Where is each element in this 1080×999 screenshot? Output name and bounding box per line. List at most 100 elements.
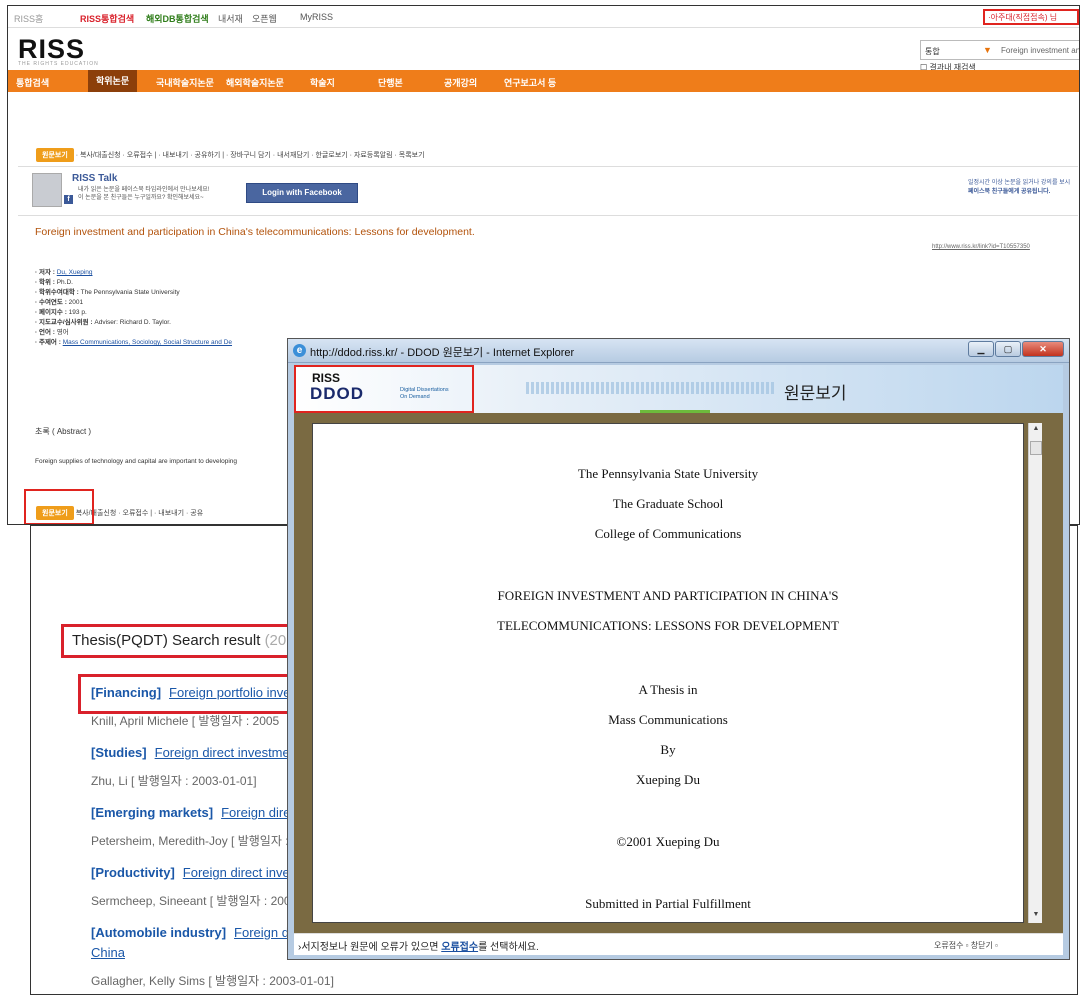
document-viewer: The Pennsylvania State University The Gr… — [294, 413, 1063, 933]
pqdt-title-text: Thesis(PQDT) Search result — [72, 632, 261, 649]
result-item: [Emerging markets] Foreign direct — [91, 804, 301, 822]
meta-value: 193 p. — [68, 309, 87, 316]
riss-talk-title: RISS Talk — [72, 173, 118, 184]
highlight-box — [24, 489, 94, 524]
nav-integrated-search[interactable]: 통합검색 — [16, 76, 49, 89]
open-web-link[interactable]: 오픈웹 — [252, 12, 277, 25]
decorative-pattern — [526, 382, 776, 394]
author-link[interactable]: Du, Xueping — [57, 269, 93, 276]
my-library-link[interactable]: 내서재 — [218, 12, 243, 25]
nav-journals[interactable]: 학술지 — [310, 76, 335, 89]
search-input[interactable]: Foreign investment and — [1001, 46, 1079, 55]
result-author: Gallagher, Kelly Sims [ 발행일자 : 2003-01-0… — [91, 974, 334, 988]
scroll-down-icon[interactable]: ▼ — [1031, 911, 1041, 918]
result-item-continued: China — [91, 944, 125, 962]
meta-value: Ph.D. — [56, 279, 73, 286]
search-box[interactable]: 통합 ▼ Foreign investment and — [920, 40, 1079, 60]
top-utility-bar: RISS홈 RISS통합검색 해외DB통합검색 내서재 오픈웹 MyRISS — [8, 6, 1079, 28]
page-text: College of Communications — [594, 526, 742, 541]
toolbar-actions[interactable]: 복사/대출신청 · 오류접수 | · 내보내기 · 공유 — [76, 510, 203, 517]
meta-label: · 수여연도 : — [35, 299, 69, 306]
riss-talk-text: 내가 읽은 논문을 페이스북 타임라인에서 만나보세요! 이 논문을 본 친구들… — [78, 186, 209, 202]
abstract-heading: 초록 ( Abstract ) — [35, 427, 92, 436]
result-link[interactable]: Foreign direct invest — [183, 865, 300, 880]
page-text: Xueping Du — [636, 772, 700, 787]
overseas-db-link[interactable]: 해외DB통합검색 — [146, 12, 209, 25]
error-report-text: ›서지정보나 원문에 오류가 있으면 오류접수를 선택하세요. — [298, 938, 539, 953]
maximize-button[interactable]: ▢ — [995, 341, 1021, 357]
window-titlebar[interactable]: e http://ddod.riss.kr/ - DDOD 원문보기 - Int… — [288, 339, 1069, 363]
nav-reports[interactable]: 연구보고서 등 — [504, 76, 556, 89]
result-item: [Automobile industry] Foreign dir — [91, 924, 296, 942]
page-text: FOREIGN INVESTMENT AND PARTICIPATION IN … — [497, 588, 839, 603]
metadata-list: · 저자 : Du, Xueping · 학위 : Ph.D. · 학위수여대학… — [35, 268, 232, 348]
home-link[interactable]: RISS홈 — [14, 12, 43, 25]
page-text: The Graduate School — [612, 496, 724, 511]
nav-domestic-journals[interactable]: 국내학술지논문 — [156, 76, 214, 89]
permalink[interactable]: http://www.riss.kr/link?id=T10557350 — [932, 244, 1030, 250]
abstract-text: Foreign supplies of technology and capit… — [35, 458, 237, 465]
page-text: TELECOMMUNICATIONS: LESSONS FOR DEVELOPM… — [497, 618, 839, 633]
window-title: http://ddod.riss.kr/ - DDOD 원문보기 - Inter… — [310, 347, 575, 359]
scroll-up-icon[interactable]: ▲ — [1031, 425, 1041, 432]
highlight-box — [294, 365, 474, 413]
result-author: Zhu, Li [ 발행일자 : 2003-01-01] — [91, 774, 257, 788]
result-tag: [Financing] — [91, 685, 162, 700]
talk-notice-line: 페이스북 친구들에게 공유됩니다. — [968, 189, 1051, 195]
result-item: [Studies] Foreign direct investmen — [91, 744, 297, 762]
highlight-box — [983, 9, 1079, 25]
scroll-thumb[interactable] — [1030, 441, 1042, 455]
result-author: Knill, April Michele [ 발행일자 : 2005 — [91, 714, 280, 728]
logo-subtitle: THE RIGHTS EDUCATION — [18, 61, 99, 67]
talk-line: 내가 읽은 논문을 페이스북 타임라인에서 만나보세요! — [78, 187, 210, 193]
window-content: RISS DDOD Digital Dissertations On Deman… — [294, 365, 1063, 955]
facebook-login-button[interactable]: Login with Facebook — [246, 183, 358, 203]
nav-books[interactable]: 단행본 — [378, 76, 403, 89]
view-fulltext-button[interactable]: 원문보기 — [36, 148, 74, 162]
meta-value: The Pennsylvania State University — [80, 289, 180, 296]
status-text-suffix: 를 선택하세요. — [478, 942, 539, 953]
result-author: Sermcheep, Sineeant [ 발행일자 : 200 — [91, 894, 291, 908]
subject-links[interactable]: Mass Communications, Sociology, Social S… — [63, 339, 232, 346]
meta-label: · 학위수여대학 : — [35, 289, 81, 296]
page-text: By — [660, 742, 676, 757]
nav-thesis[interactable]: 학위논문 — [88, 70, 138, 92]
vertical-scrollbar[interactable]: ▲ ▼ — [1028, 423, 1042, 923]
nav-overseas-journals[interactable]: 해외학술지논문 — [226, 76, 284, 89]
talk-line: 이 논문을 본 친구들은 누구일까요? 확인해보세요~ — [78, 195, 204, 201]
toolbar-actions[interactable]: · 복사/대출신청 · 오류접수 | · 내보내기 · 공유하기 | · 장바구… — [76, 152, 425, 159]
meta-label: · 언어 : — [35, 329, 57, 336]
integrated-search-link[interactable]: RISS통합검색 — [80, 12, 134, 25]
search-scope-select[interactable]: 통합 — [925, 46, 940, 57]
nav-open-lectures[interactable]: 공개강의 — [444, 76, 477, 89]
minimize-button[interactable]: ▁ — [968, 341, 994, 357]
ddod-viewer-window: e http://ddod.riss.kr/ - DDOD 원문보기 - Int… — [287, 338, 1070, 960]
error-report-bar: ›서지정보나 원문에 오류가 있으면 오류접수를 선택하세요. 오류접수 ▫ 창… — [294, 933, 1063, 955]
dropdown-arrow-icon[interactable]: ▼ — [983, 45, 992, 55]
meta-label: · 주제어 : — [35, 339, 63, 346]
result-tag: [Automobile industry] — [91, 925, 227, 940]
result-item: [Productivity] Foreign direct invest — [91, 864, 300, 882]
close-window-links[interactable]: 오류접수 ▫ 창닫기 ▫ — [934, 940, 998, 951]
meta-label: · 페이지수 : — [35, 309, 69, 316]
meta-label: · 지도교수/심사위원 : — [35, 319, 95, 326]
document-title: Foreign investment and participation in … — [35, 226, 475, 238]
internet-explorer-icon: e — [293, 344, 306, 357]
result-link[interactable]: Foreign portfolio inves — [169, 685, 297, 700]
status-text-prefix: ›서지정보나 원문에 오류가 있으면 — [298, 942, 442, 953]
talk-notice: 일정시간 이상 논문을 읽거나 강의를 보시 페이스북 친구들에게 공유됩니다. — [968, 179, 1070, 197]
riss-talk-box: RISS Talk f 내가 읽은 논문을 페이스북 타임라인에서 만나보세요!… — [18, 166, 1078, 216]
meta-label: · 저자 : — [35, 269, 57, 276]
page-text: The Pennsylvania State University — [577, 466, 759, 481]
page-text: Mass Communications — [608, 712, 728, 727]
talk-notice-line: 일정시간 이상 논문을 읽거나 강의를 보시 — [968, 180, 1071, 186]
result-link[interactable]: Foreign direct investmen — [155, 745, 297, 760]
myriss-link[interactable]: MyRISS — [300, 12, 333, 22]
page-text: A Thesis in — [638, 682, 698, 697]
meta-value: 2001 — [68, 299, 84, 306]
error-report-link[interactable]: 오류접수 — [441, 942, 478, 953]
close-button[interactable]: ✕ — [1022, 341, 1064, 357]
meta-label: · 학위 : — [35, 279, 57, 286]
avatar — [32, 173, 62, 207]
result-link[interactable]: China — [91, 945, 125, 960]
